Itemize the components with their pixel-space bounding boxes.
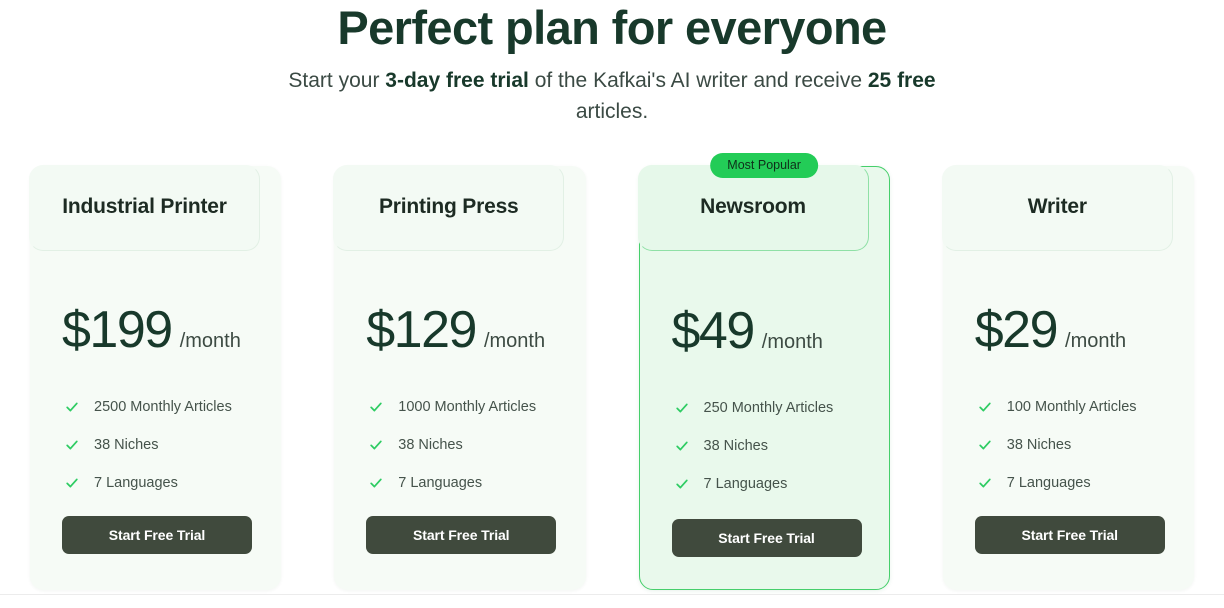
plan-name: Newsroom [700, 195, 806, 218]
feature-label: 38 Niches [703, 438, 768, 454]
card-header: Industrial Printer [29, 165, 260, 251]
check-icon [64, 475, 94, 491]
hero-subtitle-part3: articles. [575, 100, 649, 123]
price-amount: $29 [974, 301, 1059, 359]
plan-name: Printing Press [378, 195, 519, 218]
price-amount: $49 [671, 302, 756, 360]
check-icon [368, 399, 398, 415]
hero-subtitle-part1: Start your [288, 69, 386, 92]
start-free-trial-button[interactable]: Start Free Trial [62, 516, 252, 554]
check-icon [368, 437, 398, 453]
check-icon [977, 475, 1007, 491]
feature-item: 1000 Monthly Articles [368, 388, 585, 426]
hero-subtitle-bold1: 3-day free trial [385, 69, 529, 92]
feature-list: 2500 Monthly Articles 38 Niches 7 Language… [30, 388, 281, 502]
check-icon [368, 475, 398, 491]
start-free-trial-button[interactable]: Start Free Trial [366, 516, 557, 554]
check-icon [64, 399, 94, 415]
feature-label: 38 Niches [398, 437, 463, 453]
feature-item: 7 Languages [64, 464, 281, 502]
feature-item: 100 Monthly Articles [977, 388, 1194, 426]
feature-list: 250 Monthly Articles 38 Niches 7 Languages [640, 389, 889, 503]
check-icon [674, 400, 704, 416]
hero-subtitle-bold2: 25 free [867, 69, 936, 92]
price-amount: $129 [366, 301, 477, 359]
feature-label: 100 Monthly Articles [1006, 399, 1137, 415]
pricing-card: Printing Press $129/month 1000 Monthly Art… [333, 165, 586, 590]
price-amount: $199 [62, 301, 173, 359]
price-period: /month [1065, 330, 1127, 352]
feature-label: 7 Languages [1006, 475, 1091, 491]
feature-item: 2500 Monthly Articles [64, 388, 281, 426]
feature-item: 7 Languages [674, 465, 889, 503]
check-icon [674, 438, 704, 454]
price-row: $129/month [334, 304, 585, 356]
feature-label: 7 Languages [703, 476, 788, 492]
price-row: $29/month [943, 304, 1194, 356]
hero-section: Perfect plan for everyone Start your 3-d… [0, 0, 1224, 127]
check-icon [674, 476, 704, 492]
feature-item: 38 Niches [674, 427, 889, 465]
pricing-card: Industrial Printer $199/month 2500 Monthly… [29, 165, 282, 590]
feature-label: 38 Niches [94, 437, 159, 453]
most-popular-badge: Most Popular [710, 153, 818, 178]
start-free-trial-button[interactable]: Start Free Trial [671, 519, 862, 557]
price-period: /month [179, 330, 241, 352]
feature-item: 38 Niches [64, 426, 281, 464]
feature-item: 7 Languages [977, 464, 1194, 502]
price-row: $49/month [640, 305, 889, 357]
feature-label: 38 Niches [1006, 437, 1072, 453]
plan-name: Industrial Printer [62, 195, 227, 218]
hero-subtitle: Start your 3-day free trial of the Kafka… [262, 65, 962, 127]
check-icon [977, 437, 1007, 453]
feature-label: 7 Languages [398, 475, 483, 491]
pricing-card: Most Popular Newsroom $49/month 250 Monthly… [637, 153, 890, 590]
feature-list: 100 Monthly Articles 38 Niches 7 Languages [943, 388, 1194, 502]
start-free-trial-button[interactable]: Start Free Trial [974, 516, 1165, 554]
price-row: $199/month [30, 304, 281, 356]
feature-label: 250 Monthly Articles [703, 400, 834, 416]
feature-item: 7 Languages [368, 464, 585, 502]
feature-label: 7 Languages [94, 475, 178, 491]
hero-subtitle-part2: of the Kafkai's AI writer and receive [528, 69, 868, 92]
pricing-cards-row: Industrial Printer $199/month 2500 Monthly… [0, 153, 1224, 590]
feature-item: 250 Monthly Articles [674, 389, 889, 427]
card-header: Writer [941, 165, 1173, 251]
pricing-card: Writer $29/month 100 Monthly Articles 38 Ni… [941, 165, 1195, 590]
bottom-divider [0, 594, 1224, 595]
plan-name: Writer [1027, 195, 1087, 218]
pricing-page: Perfect plan for everyone Start your 3-d… [0, 0, 1224, 608]
feature-label: 2500 Monthly Articles [94, 399, 232, 415]
feature-list: 1000 Monthly Articles 38 Niches 7 Language… [334, 388, 585, 502]
check-icon [977, 399, 1007, 415]
card-header: Printing Press [333, 165, 565, 251]
page-title: Perfect plan for everyone [337, 1, 887, 54]
feature-item: 38 Niches [368, 426, 585, 464]
check-icon [64, 437, 94, 453]
feature-label: 1000 Monthly Articles [398, 399, 537, 415]
price-period: /month [761, 331, 823, 353]
price-period: /month [483, 330, 546, 352]
feature-item: 38 Niches [977, 426, 1194, 464]
